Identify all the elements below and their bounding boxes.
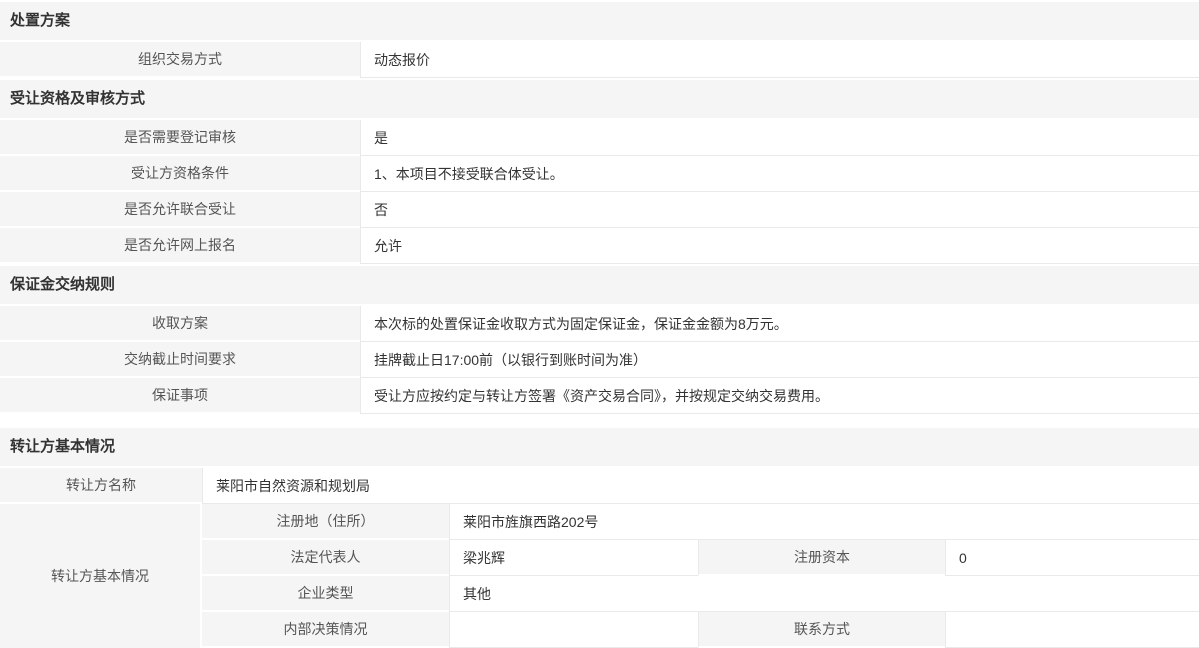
row-value: 允许 <box>360 228 1199 264</box>
transferor-detail-rows: 注册地（住所） 莱阳市旌旗西路202号 法定代表人 梁兆辉 注册资本 0 企业类… <box>202 504 1199 648</box>
section-title-deposit-rules: 保证金交纳规则 <box>0 264 1199 306</box>
transferor-name-label: 转让方名称 <box>0 468 202 504</box>
section-title-disposal-plan: 处置方案 <box>0 0 1199 42</box>
row-label: 法定代表人 <box>202 540 449 576</box>
row-label: 组织交易方式 <box>0 42 360 78</box>
row-label: 受让方资格条件 <box>0 156 360 192</box>
section-transferor-info: 转让方基本情况 转让方名称 莱阳市自然资源和规划局 转让方基本情况 注册地（住所… <box>0 426 1199 648</box>
row-label: 企业类型 <box>202 576 449 612</box>
row-label: 联系方式 <box>698 612 945 648</box>
table-row: 转让方名称 莱阳市自然资源和规划局 <box>0 468 1199 504</box>
table-row: 保证事项 受让方应按约定与转让方签署《资产交易合同》，并按规定交纳交易费用。 <box>0 378 1199 414</box>
table-row: 收取方案 本次标的处置保证金收取方式为固定保证金，保证金金额为8万元。 <box>0 306 1199 342</box>
row-value: 否 <box>360 192 1199 228</box>
section-title-transferor-info: 转让方基本情况 <box>0 426 1199 468</box>
transferor-name-value: 莱阳市自然资源和规划局 <box>202 468 1199 504</box>
row-label: 是否需要登记审核 <box>0 120 360 156</box>
row-value: 受让方应按约定与转让方签署《资产交易合同》，并按规定交纳交易费用。 <box>360 378 1199 414</box>
row-label: 交纳截止时间要求 <box>0 342 360 378</box>
row-label: 保证事项 <box>0 378 360 414</box>
row-label: 是否允许联合受让 <box>0 192 360 228</box>
row-label: 注册资本 <box>698 540 945 576</box>
table-row: 受让方资格条件 1、本项目不接受联合体受让。 <box>0 156 1199 192</box>
row-label: 收取方案 <box>0 306 360 342</box>
row-value: 其他 <box>449 576 1199 612</box>
row-value: 莱阳市旌旗西路202号 <box>449 504 1199 540</box>
table-gap <box>0 414 1199 426</box>
row-label: 是否允许网上报名 <box>0 228 360 264</box>
transferor-detail-block: 转让方基本情况 注册地（住所） 莱阳市旌旗西路202号 法定代表人 梁兆辉 注册… <box>0 504 1199 648</box>
section-transfer-qualification: 受让资格及审核方式 是否需要登记审核 是 受让方资格条件 1、本项目不接受联合体… <box>0 78 1199 264</box>
row-value: 1、本项目不接受联合体受让。 <box>360 156 1199 192</box>
table-row: 内部决策情况 联系方式 <box>202 612 1199 648</box>
transferor-group-label: 转让方基本情况 <box>0 504 202 648</box>
row-value: 挂牌截止日17:00前（以银行到账时间为准） <box>360 342 1199 378</box>
row-value: 本次标的处置保证金收取方式为固定保证金，保证金金额为8万元。 <box>360 306 1199 342</box>
table-row: 注册地（住所） 莱阳市旌旗西路202号 <box>202 504 1199 540</box>
table-row: 是否允许联合受让 否 <box>0 192 1199 228</box>
row-value <box>945 612 1199 648</box>
table-row: 是否允许网上报名 允许 <box>0 228 1199 264</box>
row-value: 是 <box>360 120 1199 156</box>
section-title-transfer-qualification: 受让资格及审核方式 <box>0 78 1199 120</box>
table-row: 交纳截止时间要求 挂牌截止日17:00前（以银行到账时间为准） <box>0 342 1199 378</box>
row-value <box>449 612 698 648</box>
table-row: 组织交易方式 动态报价 <box>0 42 1199 78</box>
section-disposal-plan: 处置方案 组织交易方式 动态报价 <box>0 0 1199 78</box>
row-label: 注册地（住所） <box>202 504 449 540</box>
asset-listing-detail-page: 处置方案 组织交易方式 动态报价 受让资格及审核方式 是否需要登记审核 是 受让… <box>0 0 1199 648</box>
row-value: 梁兆辉 <box>449 540 698 576</box>
table-row: 法定代表人 梁兆辉 注册资本 0 <box>202 540 1199 576</box>
table-row: 是否需要登记审核 是 <box>0 120 1199 156</box>
section-deposit-rules: 保证金交纳规则 收取方案 本次标的处置保证金收取方式为固定保证金，保证金金额为8… <box>0 264 1199 414</box>
row-value: 动态报价 <box>360 42 1199 78</box>
table-row: 企业类型 其他 <box>202 576 1199 612</box>
row-value: 0 <box>945 540 1199 576</box>
row-label: 内部决策情况 <box>202 612 449 648</box>
